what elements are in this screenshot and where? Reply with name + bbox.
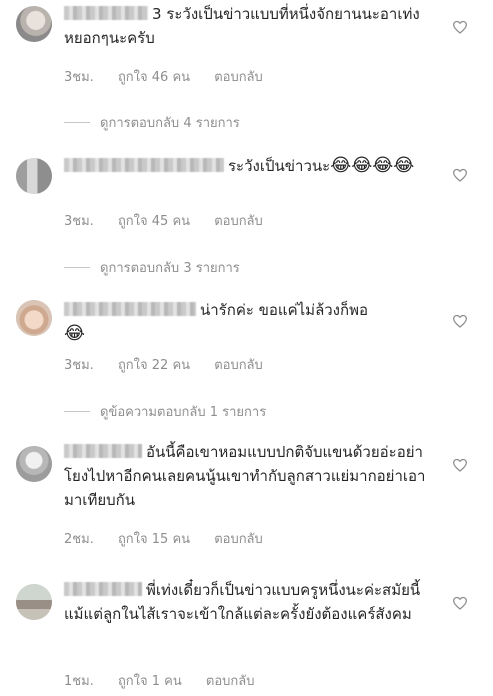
username-redacted[interactable] [64,302,196,316]
comment-time: 3ชม. [64,214,94,229]
comment-time: 3ชม. [64,358,94,373]
username-redacted[interactable] [64,444,142,458]
view-replies-link[interactable]: ดูการตอบกลับ 3 รายการ [64,257,240,278]
heart-outline-icon[interactable] [452,458,468,472]
reply-button[interactable]: ตอบกลับ [214,214,263,229]
comment-text: 3 ระวังเป็นข่าวแบบที่หนึ่งจักยานนะอาเท่ง… [64,5,420,47]
comment-time: 3ชม. [64,70,94,85]
comment-likes[interactable]: ถูกใจ 46 คน [118,70,190,85]
comment-time: 1ชม. [64,674,94,689]
reply-button[interactable]: ตอบกลับ [214,358,263,373]
avatar[interactable] [16,300,52,336]
reply-button[interactable]: ตอบกลับ [206,674,255,689]
comment-meta: 3ชม. ถูกใจ 46 คน ตอบกลับ [64,66,283,87]
comment-likes[interactable]: ถูกใจ 22 คน [118,358,190,373]
heart-outline-icon[interactable] [452,168,468,182]
divider-line [64,122,90,123]
comment-likes[interactable]: ถูกใจ 1 คน [118,674,182,689]
avatar[interactable] [16,446,52,482]
comment-meta: 3ชม. ถูกใจ 45 คน ตอบกลับ [64,210,283,231]
avatar[interactable] [16,6,52,42]
comment-meta: 3ชม. ถูกใจ 22 คน ตอบกลับ [64,354,283,375]
view-replies-link[interactable]: ดูข้อความตอบกลับ 1 รายการ [64,401,266,422]
comment-text: น่ารักค่ะ ขอแค่ไม่ล้วงก็พอ 😂 [64,301,368,344]
heart-outline-icon[interactable] [452,314,468,328]
comment-text: ระวังเป็นข่าวนะ😂😂😂😂 [64,154,434,178]
reply-button[interactable]: ตอบกลับ [214,70,263,85]
comment-time: 2ชม. [64,532,94,547]
comment-emoji: 😂 [64,323,86,344]
username-redacted[interactable] [64,582,142,596]
comment-meta: 2ชม. ถูกใจ 15 คน ตอบกลับ [64,528,283,549]
username-redacted[interactable] [64,158,224,172]
avatar[interactable] [16,158,52,194]
heart-outline-icon[interactable] [452,596,468,610]
avatar[interactable] [16,584,52,620]
comment-text: อันนี้คือเขาหอมแบบปกติจับแขนด้วยอ่ะอย่าโ… [64,443,426,509]
comment-text: พี่เท่งเดี๋ยวก็เป็นข่าวแบบครูหนึ่งนะค่ะส… [64,581,421,623]
comment-likes[interactable]: ถูกใจ 15 คน [118,532,190,547]
heart-outline-icon[interactable] [452,20,468,34]
divider-line [64,267,90,268]
username-redacted[interactable] [64,6,148,20]
view-replies-link[interactable]: ดูการตอบกลับ 4 รายการ [64,112,240,133]
comment-likes[interactable]: ถูกใจ 45 คน [118,214,190,229]
comment-meta: 1ชม. ถูกใจ 1 คน ตอบกลับ [64,670,275,691]
comment-emoji: 😂😂😂😂 [330,155,415,176]
reply-button[interactable]: ตอบกลับ [214,532,263,547]
divider-line [64,411,90,412]
